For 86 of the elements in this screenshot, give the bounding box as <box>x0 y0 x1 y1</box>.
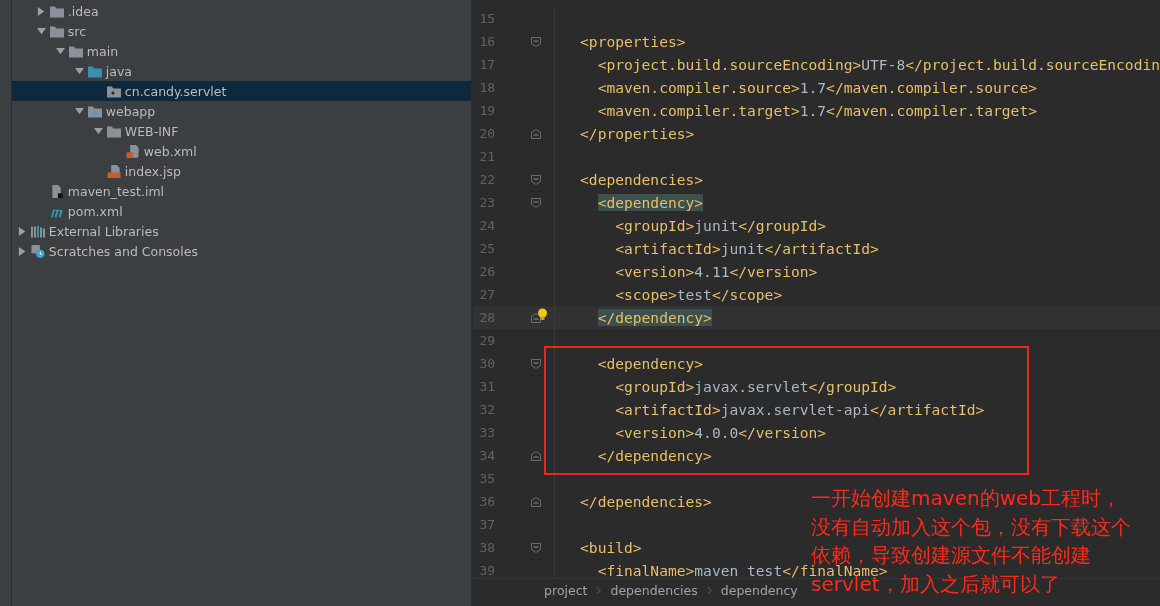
code-line: </dependency> <box>596 447 712 464</box>
code-line: <dependencies> <box>580 171 704 188</box>
fold-marker-icon[interactable] <box>530 312 541 323</box>
code-line: <properties> <box>580 33 686 50</box>
chevron-icon <box>706 585 712 595</box>
line-number: 16 <box>478 34 496 49</box>
line-number: 39 <box>478 563 496 578</box>
fold-marker-icon[interactable] <box>530 174 541 185</box>
line-number: 30 <box>478 356 496 371</box>
code-line: <finalName>maven test</finalName> <box>596 564 888 577</box>
code-line: <maven.compiler.source>1.7</maven.compiler.source> <box>596 79 1037 96</box>
code-line: <groupId>javax.servlet</groupId> <box>614 378 897 395</box>
tree-item[interactable]: java <box>11 61 472 81</box>
jsp-file-icon <box>106 164 121 178</box>
fold-marker-icon[interactable] <box>530 496 541 507</box>
web-folder-icon <box>87 104 102 118</box>
fold-marker-icon[interactable] <box>530 358 541 369</box>
tree-item[interactable]: maven_test.iml <box>11 181 472 201</box>
tree-item[interactable]: .idea <box>11 1 472 21</box>
fold-marker-icon[interactable] <box>530 450 541 461</box>
xml-file-icon <box>125 144 140 158</box>
code-line: <artifactId>javax.servlet-api</artifactId> <box>614 401 985 418</box>
folder-icon <box>49 4 64 18</box>
tree-item[interactable]: index.jsp <box>11 161 472 181</box>
breadcrumb[interactable]: dependencies <box>610 582 698 598</box>
code-line: <maven.compiler.target>1.7</maven.compiler.target> <box>596 102 1037 119</box>
tree-item[interactable]: webapp <box>11 101 472 121</box>
line-number: 36 <box>478 494 496 509</box>
tree-item[interactable]: pom.xml <box>11 201 472 221</box>
code-line: <dependency> <box>596 355 704 372</box>
tree-item[interactable]: web.xml <box>11 141 472 161</box>
tree-item[interactable]: src <box>11 21 472 41</box>
annotation-text: 依赖，导致创建源文件不能创建 <box>811 546 1093 564</box>
folder-icon <box>68 44 83 58</box>
tree-item[interactable]: cn.candy.servlet <box>11 81 472 101</box>
line-number: 35 <box>478 471 496 486</box>
package-folder-icon <box>106 84 121 98</box>
chevron-icon <box>596 585 602 595</box>
code-line: <groupId>junit</groupId> <box>614 217 827 234</box>
line-number: 18 <box>478 80 496 95</box>
folder-icon <box>87 64 102 78</box>
line-number: 19 <box>478 103 496 118</box>
annotation-text: 没有自动加入这个包，没有下载这个 <box>811 517 1132 536</box>
code-line: <version>4.11</version> <box>614 263 818 280</box>
line-number: 37 <box>478 517 496 532</box>
line-number: 31 <box>478 379 496 394</box>
lightbulb-icon[interactable] <box>537 307 549 322</box>
line-number: 25 <box>478 241 496 256</box>
code-line: </properties> <box>580 125 695 142</box>
line-number: 21 <box>478 149 496 164</box>
file-icon <box>49 184 64 198</box>
tree-item[interactable]: WEB-INF <box>11 121 472 141</box>
line-number: 26 <box>478 264 496 279</box>
line-number: 33 <box>478 425 496 440</box>
collapsed-arrow-icon[interactable] <box>36 6 46 16</box>
scratches-icon <box>30 244 45 258</box>
line-number: 23 <box>478 195 496 210</box>
libraries-icon <box>30 224 45 238</box>
line-number: 27 <box>478 287 496 302</box>
code-line: <project.build.sourceEncoding>UTF-8</project.build.sourceEncodin <box>596 56 1160 73</box>
line-number: 17 <box>478 57 496 72</box>
code-line: </dependencies> <box>580 493 712 510</box>
breadcrumb[interactable]: dependency <box>720 582 798 598</box>
folder-icon <box>49 24 64 38</box>
fold-marker-icon[interactable] <box>530 542 541 553</box>
fold-marker-icon[interactable] <box>530 128 541 139</box>
line-number: 29 <box>478 333 496 348</box>
tree-item[interactable]: main <box>11 41 472 61</box>
code-line: <version>4.0.0</version> <box>614 424 827 441</box>
code-line: <build> <box>580 539 642 556</box>
line-number: 38 <box>478 540 496 555</box>
annotation-text: 一开始创建maven的web工程时， <box>811 489 1122 507</box>
line-number: 15 <box>478 11 496 26</box>
code-line: <scope>test</scope> <box>614 286 783 303</box>
line-number: 22 <box>478 172 496 187</box>
tree-item[interactable]: Scratches and Consoles <box>11 241 472 261</box>
code-line: <artifactId>junit</artifactId> <box>614 240 879 257</box>
breadcrumb[interactable]: project <box>544 582 588 598</box>
line-number: 34 <box>478 448 496 463</box>
fold-marker-icon[interactable] <box>530 36 541 47</box>
tree-item[interactable]: External Libraries <box>11 221 472 241</box>
folder-icon <box>106 124 121 138</box>
fold-marker-icon[interactable] <box>530 197 541 208</box>
line-number: 24 <box>478 218 496 233</box>
line-number: 32 <box>478 402 496 417</box>
line-number: 20 <box>478 126 496 141</box>
